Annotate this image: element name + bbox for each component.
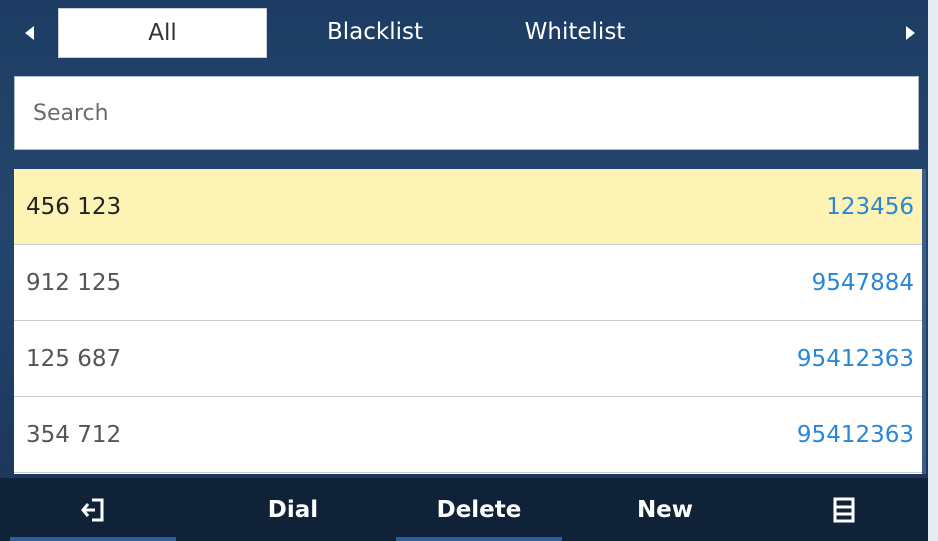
- contact-name: 354 712: [26, 421, 122, 448]
- contact-number: 95412363: [796, 421, 914, 448]
- menu-icon: [833, 497, 855, 522]
- contact-number: 9547884: [811, 269, 914, 296]
- tab-scroll-right-icon[interactable]: [890, 8, 930, 58]
- softkey-label: Dial: [267, 496, 319, 523]
- contact-number: 123456: [826, 193, 914, 220]
- search-input[interactable]: [31, 99, 918, 127]
- new-button[interactable]: New: [572, 478, 758, 541]
- phone-screen: All Blacklist Whitelist 456 123 123456 9…: [0, 0, 938, 541]
- softkey-label: Delete: [436, 496, 522, 523]
- left-arrow-icon: [25, 26, 34, 40]
- tab-label: All: [148, 20, 177, 46]
- list-scrollbar[interactable]: [922, 169, 926, 474]
- softkey-underline: [396, 537, 562, 541]
- menu-button[interactable]: [758, 478, 930, 541]
- softkey-label: New: [636, 496, 694, 523]
- list-item[interactable]: 354 712 95412363: [14, 397, 922, 473]
- list-item[interactable]: 912 125 9547884: [14, 245, 922, 321]
- delete-button[interactable]: Delete: [386, 478, 572, 541]
- tab-scroll-left-icon[interactable]: [10, 8, 50, 58]
- tab-all[interactable]: All: [58, 8, 267, 58]
- tab-label: Whitelist: [524, 19, 626, 45]
- tab-label: Blacklist: [326, 19, 423, 45]
- list-item[interactable]: 125 687 95412363: [14, 321, 922, 397]
- contact-list: 456 123 123456 912 125 9547884 125 687 9…: [14, 169, 924, 474]
- back-icon: [81, 498, 104, 521]
- contact-number: 95412363: [796, 345, 914, 372]
- contact-name: 912 125: [26, 269, 122, 296]
- right-arrow-icon: [906, 26, 915, 40]
- back-button[interactable]: [0, 478, 186, 541]
- screen-bezel: [928, 0, 938, 541]
- contact-name: 456 123: [26, 193, 122, 220]
- search-box[interactable]: [14, 76, 919, 150]
- dial-button[interactable]: Dial: [200, 478, 386, 541]
- tab-whitelist[interactable]: Whitelist: [475, 8, 675, 56]
- softkey-bar: Dial Delete New: [0, 478, 930, 541]
- tab-blacklist[interactable]: Blacklist: [275, 8, 475, 56]
- tab-bar: All Blacklist Whitelist: [10, 8, 930, 58]
- contact-name: 125 687: [26, 345, 122, 372]
- list-item[interactable]: 456 123 123456: [14, 169, 922, 245]
- softkey-underline: [10, 537, 176, 541]
